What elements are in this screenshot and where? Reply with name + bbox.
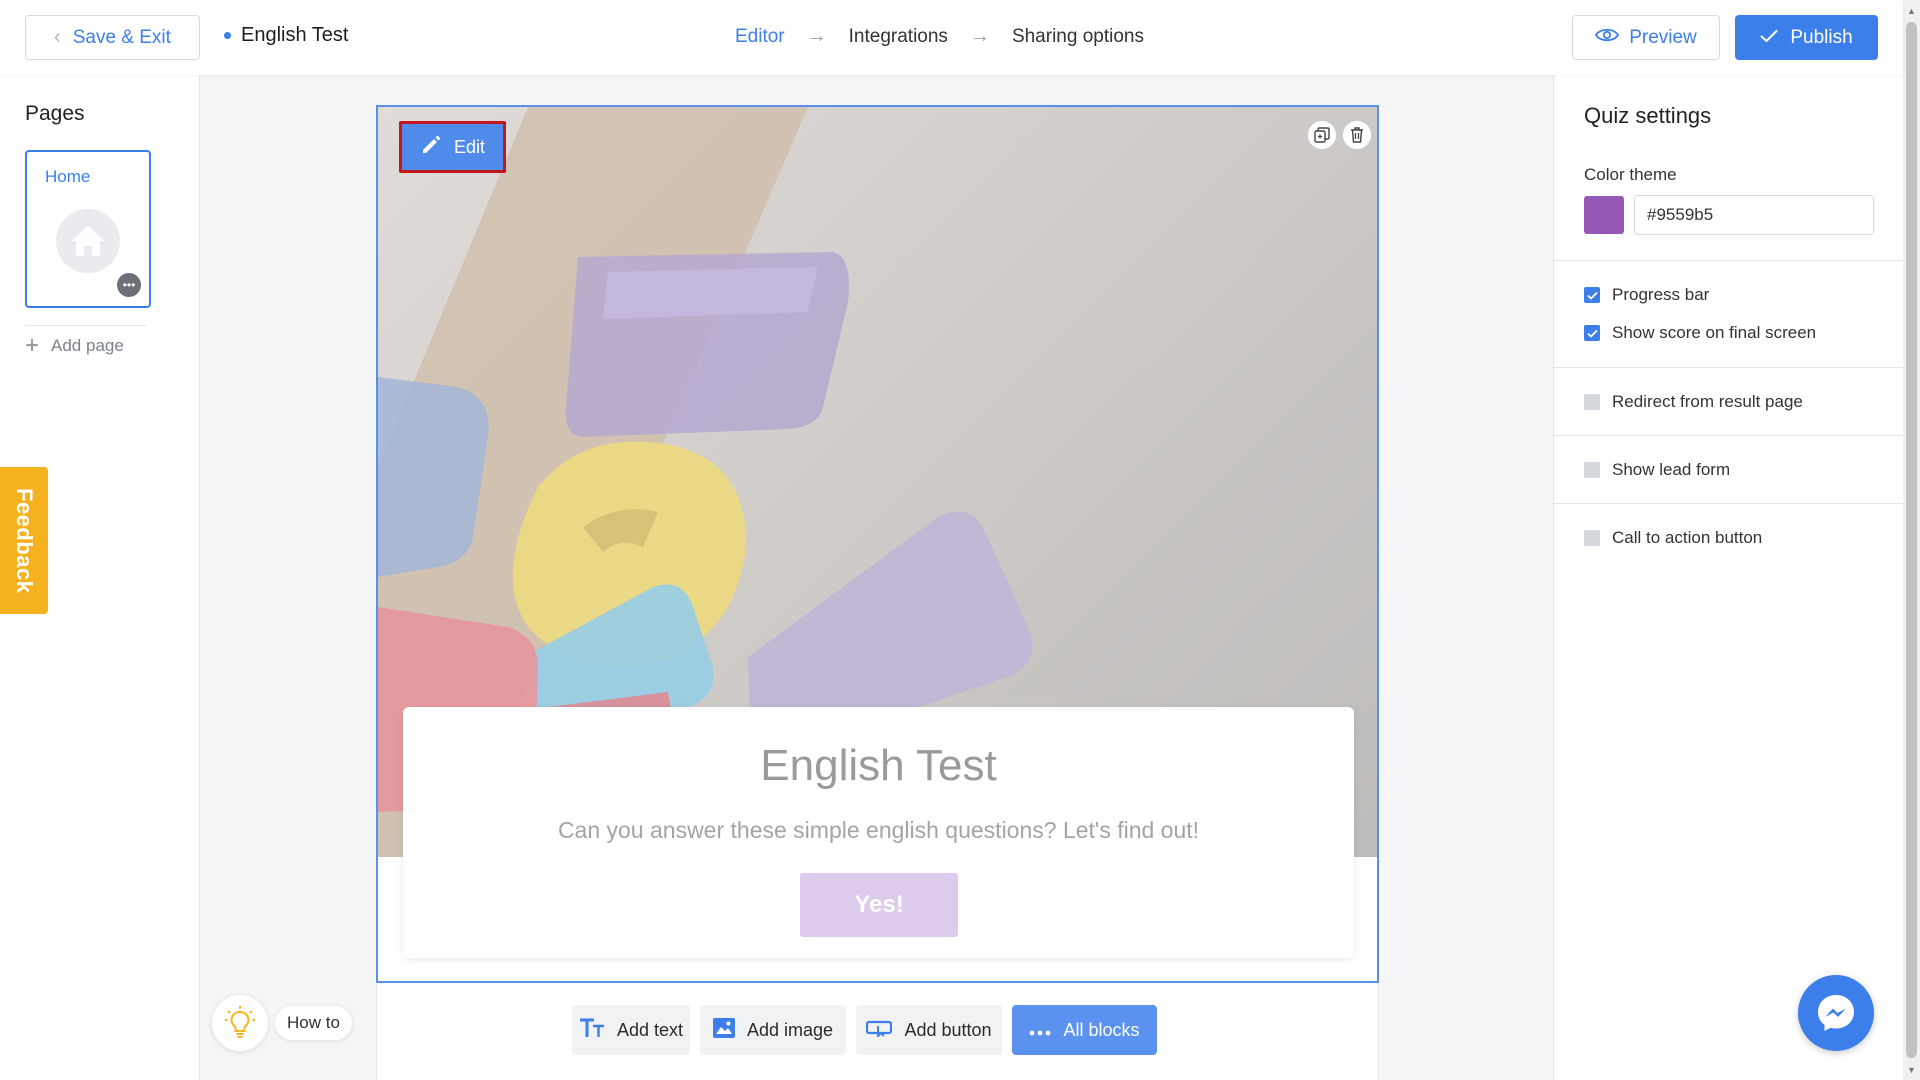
checkbox-unchecked-icon[interactable] (1584, 394, 1600, 410)
settings-divider (1554, 503, 1904, 504)
add-block-toolbar: Add text Add image Add button All blocks (376, 983, 1379, 1080)
quiz-settings-panel: Quiz settings Color theme Progress bar S… (1553, 75, 1904, 1080)
page-thumbnail-home[interactable]: Home ••• (25, 150, 151, 308)
add-image-button[interactable]: Add image (700, 1005, 846, 1055)
step-sharing-options[interactable]: Sharing options (1012, 26, 1144, 48)
quiz-subtitle[interactable]: Can you answer these simple english ques… (403, 817, 1354, 844)
save-exit-label: Save & Exit (72, 26, 171, 48)
quiz-name[interactable]: English Test (224, 24, 348, 47)
option-label: Show lead form (1612, 460, 1731, 479)
add-button-label: Add button (904, 1019, 992, 1040)
add-page-label: Add page (51, 336, 124, 355)
scroll-down-icon[interactable]: ▼ (1903, 1061, 1920, 1078)
checkbox-checked-icon[interactable] (1584, 325, 1600, 341)
color-swatch[interactable] (1584, 196, 1624, 234)
pages-divider (25, 325, 147, 326)
arrow-right-icon: → (969, 25, 990, 47)
add-text-button[interactable]: Add text (572, 1005, 690, 1055)
scroll-up-icon[interactable]: ▲ (1903, 2, 1920, 19)
top-header: ‹ Save & Exit English Test Editor → Inte… (0, 0, 1903, 75)
edit-label: Edit (453, 136, 486, 157)
add-image-label: Add image (746, 1019, 834, 1040)
start-quiz-button[interactable]: Yes! (800, 873, 958, 937)
option-label: Progress bar (1612, 285, 1710, 304)
option-redirect-result[interactable]: Redirect from result page (1584, 392, 1803, 412)
page-scrollbar[interactable]: ▲ ▼ (1903, 0, 1920, 1080)
option-show-lead-form[interactable]: Show lead form (1584, 460, 1730, 480)
settings-divider (1554, 367, 1904, 368)
settings-divider (1554, 435, 1904, 436)
check-icon (1760, 27, 1779, 49)
settings-title: Quiz settings (1584, 103, 1712, 128)
feedback-tab[interactable]: Feedback (0, 467, 48, 614)
quiz-title[interactable]: English Test (403, 741, 1354, 791)
unsaved-dot-icon (224, 32, 231, 39)
publish-button[interactable]: Publish (1735, 15, 1878, 60)
messenger-icon[interactable] (1798, 975, 1874, 1051)
step-editor[interactable]: Editor (735, 26, 785, 48)
color-theme-label: Color theme (1584, 165, 1677, 184)
arrow-right-icon: → (806, 25, 827, 47)
settings-divider (1554, 260, 1904, 261)
chevron-left-icon: ‹ (54, 26, 61, 48)
option-label: Call to action button (1612, 528, 1763, 547)
eye-icon (1595, 27, 1620, 49)
option-label: Show score on final screen (1612, 323, 1817, 342)
all-blocks-button[interactable]: All blocks (1012, 1005, 1157, 1055)
text-icon (579, 1018, 605, 1043)
option-show-score[interactable]: Show score on final screen (1584, 323, 1816, 343)
color-theme-input[interactable] (1634, 195, 1874, 235)
quiz-name-label: English Test (241, 24, 349, 46)
all-blocks-label: All blocks (1063, 1019, 1140, 1040)
pages-title: Pages (25, 102, 85, 125)
checkbox-unchecked-icon[interactable] (1584, 530, 1600, 546)
image-icon (712, 1017, 735, 1043)
save-exit-button[interactable]: ‹ Save & Exit (25, 15, 200, 60)
editor-canvas: Edit English Test Can you answer these s… (200, 75, 1553, 1080)
button-icon (866, 1019, 893, 1042)
preview-label: Preview (1629, 26, 1697, 48)
pencil-icon (420, 134, 442, 161)
add-button-button[interactable]: Add button (856, 1005, 1002, 1055)
dots-icon (1029, 1020, 1051, 1041)
trash-icon[interactable] (1342, 120, 1372, 150)
step-navigation: Editor → Integrations → Sharing options (735, 25, 1144, 48)
option-label: Redirect from result page (1612, 392, 1803, 411)
feedback-label: Feedback (12, 487, 37, 594)
quiz-cover-block[interactable]: Edit English Test Can you answer these s… (376, 105, 1379, 983)
more-icon[interactable]: ••• (117, 273, 141, 297)
step-integrations[interactable]: Integrations (849, 26, 948, 48)
cover-content-card: English Test Can you answer these simple… (403, 707, 1354, 958)
plus-icon: + (25, 332, 40, 359)
duplicate-icon[interactable] (1307, 120, 1337, 150)
publish-label: Publish (1790, 26, 1853, 48)
add-page-button[interactable]: + Add page (25, 332, 124, 360)
checkbox-checked-icon[interactable] (1584, 287, 1600, 303)
add-text-label: Add text (616, 1019, 684, 1040)
preview-button[interactable]: Preview (1572, 15, 1720, 60)
option-progress-bar[interactable]: Progress bar (1584, 285, 1709, 305)
page-label: Home (45, 167, 91, 186)
scroll-thumb[interactable] (1906, 22, 1917, 1058)
checkbox-unchecked-icon[interactable] (1584, 462, 1600, 478)
option-call-to-action[interactable]: Call to action button (1584, 528, 1762, 548)
home-icon (56, 209, 120, 273)
edit-block-button[interactable]: Edit (399, 121, 506, 173)
